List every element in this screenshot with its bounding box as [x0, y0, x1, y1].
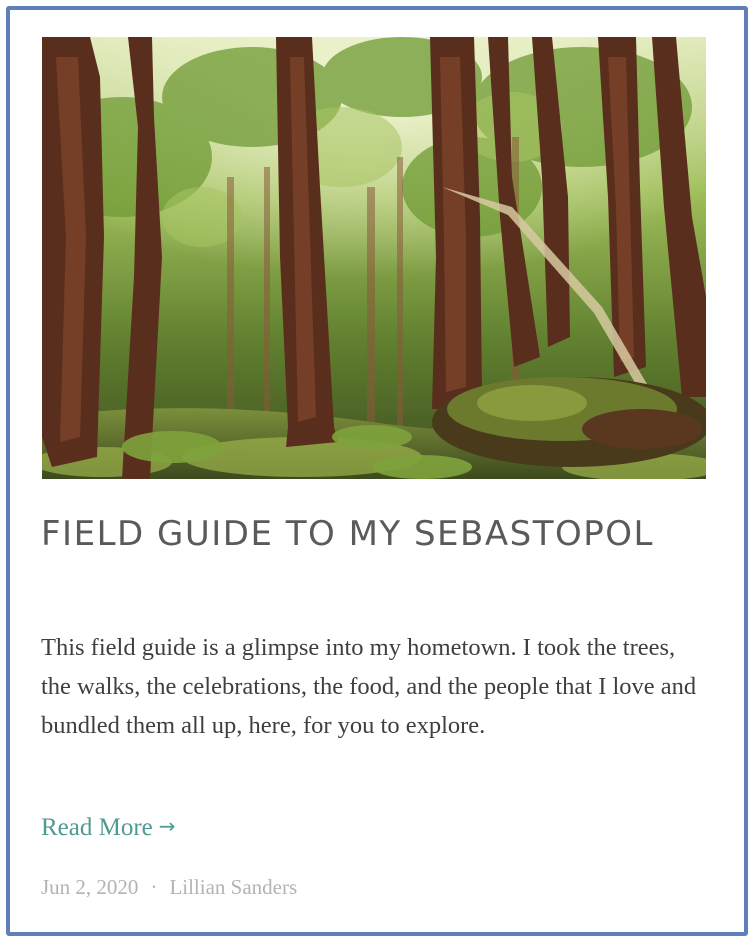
post-meta: Jun 2, 2020 · Lillian Sanders: [41, 872, 297, 902]
post-hero-image[interactable]: [42, 37, 706, 479]
post-date: Jun 2, 2020: [41, 875, 139, 899]
meta-separator: ·: [150, 875, 158, 899]
read-more-link[interactable]: Read More →: [41, 810, 176, 846]
post-excerpt: This field guide is a glimpse into my ho…: [41, 634, 697, 739]
read-more-label: Read More: [41, 814, 153, 841]
post-author-link[interactable]: Lillian Sanders: [169, 875, 297, 899]
post-title[interactable]: FIELD GUIDE TO MY SEBASTOPOL: [41, 511, 701, 558]
arrow-right-icon: →: [158, 814, 176, 838]
